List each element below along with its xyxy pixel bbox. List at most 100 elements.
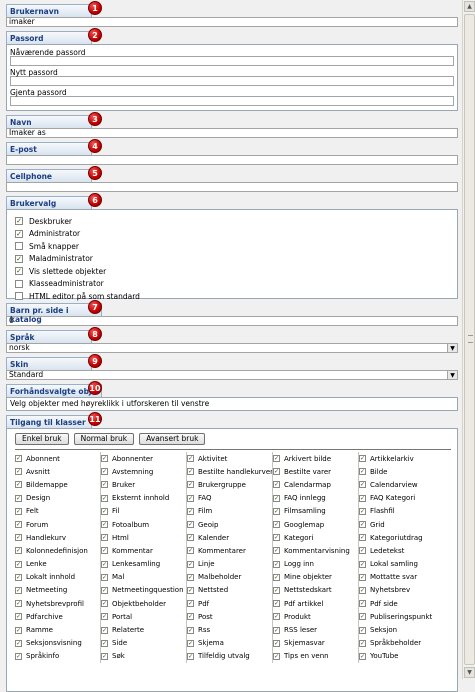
class-item[interactable]: ✓ Logg inn xyxy=(273,558,358,571)
class-checkbox[interactable]: ✓ xyxy=(101,507,108,515)
class-item[interactable]: ✓ Avstemning xyxy=(101,465,186,478)
class-checkbox[interactable]: ✓ xyxy=(187,481,194,489)
user-option-item[interactable]: Klasseadministrator xyxy=(15,278,449,291)
class-item[interactable]: ✓ Felt xyxy=(15,505,100,518)
class-checkbox[interactable]: ✓ xyxy=(187,652,194,660)
class-checkbox[interactable]: ✓ xyxy=(187,547,194,555)
class-checkbox[interactable]: ✓ xyxy=(15,639,22,647)
dropdown-arrow-icon[interactable]: ▼ xyxy=(447,371,457,379)
class-item[interactable]: ✓ Calendarmap xyxy=(273,478,358,491)
class-item[interactable]: ✓ Ledetekst xyxy=(359,544,445,557)
class-checkbox[interactable]: ✓ xyxy=(15,521,22,529)
class-checkbox[interactable]: ✓ xyxy=(15,652,22,660)
class-item[interactable]: ✓ Bruker xyxy=(101,478,186,491)
class-checkbox[interactable]: ✓ xyxy=(359,534,366,542)
class-checkbox[interactable]: ✓ xyxy=(15,534,22,542)
class-checkbox[interactable]: ✓ xyxy=(359,547,366,555)
class-item[interactable]: ✓ Skjemasvar xyxy=(273,637,358,650)
class-checkbox[interactable]: ✓ xyxy=(273,547,280,555)
class-checkbox[interactable]: ✓ xyxy=(359,573,366,581)
class-checkbox[interactable]: ✓ xyxy=(359,468,366,476)
class-item[interactable]: ✓ Eksternt innhold xyxy=(101,492,186,505)
class-item[interactable]: ✓ Portal xyxy=(101,610,186,623)
class-checkbox[interactable]: ✓ xyxy=(359,586,366,594)
class-checkbox[interactable]: ✓ xyxy=(101,547,108,555)
class-checkbox[interactable]: ✓ xyxy=(187,494,194,502)
class-item[interactable]: ✓ Nyhetsbrev xyxy=(359,584,445,597)
class-checkbox[interactable]: ✓ xyxy=(273,468,280,476)
class-checkbox[interactable]: ✓ xyxy=(273,586,280,594)
repeat-password-input[interactable] xyxy=(10,96,454,106)
class-item[interactable]: ✓ Calendarview xyxy=(359,478,445,491)
class-item[interactable]: ✓ Film xyxy=(187,505,272,518)
email-input[interactable] xyxy=(6,155,458,165)
class-checkbox[interactable]: ✓ xyxy=(101,586,108,594)
class-item[interactable]: ✓ Nettstedskart xyxy=(273,584,358,597)
class-item[interactable]: ✓ FAQ xyxy=(187,492,272,505)
scroll-up-icon[interactable]: ▲ xyxy=(464,1,475,12)
class-checkbox[interactable]: ✓ xyxy=(273,639,280,647)
class-item[interactable]: ✓ Publiseringspunkt xyxy=(359,610,445,623)
simple-usage-button[interactable]: Enkel bruk xyxy=(15,433,69,445)
class-item[interactable]: ✓ Fotoalbum xyxy=(101,518,186,531)
user-option-checkbox[interactable] xyxy=(15,292,23,301)
class-checkbox[interactable]: ✓ xyxy=(359,626,366,634)
class-item[interactable]: ✓ Handlekurv xyxy=(15,531,100,544)
user-option-checkbox[interactable]: ✓ xyxy=(15,217,23,226)
class-checkbox[interactable]: ✓ xyxy=(359,613,366,621)
class-checkbox[interactable]: ✓ xyxy=(101,600,108,608)
class-checkbox[interactable]: ✓ xyxy=(101,494,108,502)
class-item[interactable]: ✓ Språkbeholder xyxy=(359,637,445,650)
class-item[interactable]: ✓ Malbeholder xyxy=(187,571,272,584)
current-password-input[interactable] xyxy=(10,56,454,66)
class-checkbox[interactable]: ✓ xyxy=(187,573,194,581)
class-checkbox[interactable]: ✓ xyxy=(101,521,108,529)
class-item[interactable]: ✓ Brukergruppe xyxy=(187,478,272,491)
class-checkbox[interactable]: ✓ xyxy=(273,507,280,515)
class-checkbox[interactable]: ✓ xyxy=(273,534,280,542)
class-item[interactable]: ✓ Bestilte varer xyxy=(273,465,358,478)
class-item[interactable]: ✓ Kommentar xyxy=(101,544,186,557)
class-item[interactable]: ✓ Skjema xyxy=(187,637,272,650)
class-checkbox[interactable]: ✓ xyxy=(273,494,280,502)
class-item[interactable]: ✓ Mal xyxy=(101,571,186,584)
skin-select[interactable]: Standard ▼ xyxy=(6,370,458,380)
class-item[interactable]: ✓ Netmeetingquestion xyxy=(101,584,186,597)
class-item[interactable]: ✓ Post xyxy=(187,610,272,623)
class-item[interactable]: ✓ Html xyxy=(101,531,186,544)
class-item[interactable]: ✓ FAQ innlegg xyxy=(273,492,358,505)
class-checkbox[interactable]: ✓ xyxy=(273,521,280,529)
class-checkbox[interactable]: ✓ xyxy=(359,481,366,489)
class-checkbox[interactable]: ✓ xyxy=(15,613,22,621)
new-password-input[interactable] xyxy=(10,76,454,86)
class-item[interactable]: ✓ Mine objekter xyxy=(273,571,358,584)
class-checkbox[interactable]: ✓ xyxy=(187,521,194,529)
class-item[interactable]: ✓ Side xyxy=(101,637,186,650)
class-item[interactable]: ✓ Linje xyxy=(187,558,272,571)
class-checkbox[interactable]: ✓ xyxy=(187,613,194,621)
class-item[interactable]: ✓ Tilfeldig utvalg xyxy=(187,650,272,663)
class-checkbox[interactable]: ✓ xyxy=(101,481,108,489)
class-item[interactable]: ✓ Pdf side xyxy=(359,597,445,610)
vertical-scrollbar[interactable]: ▲ ▼ xyxy=(462,0,475,679)
class-item[interactable]: ✓ Bestilte handlekurver xyxy=(187,465,272,478)
class-checkbox[interactable]: ✓ xyxy=(359,521,366,529)
name-input[interactable]: Imaker as xyxy=(6,128,458,138)
class-item[interactable]: ✓ Lokal samling xyxy=(359,558,445,571)
language-select[interactable]: norsk ▼ xyxy=(6,343,458,353)
class-checkbox[interactable]: ✓ xyxy=(187,455,194,463)
user-option-checkbox[interactable]: ✓ xyxy=(15,254,23,263)
class-item[interactable]: ✓ Filmsamling xyxy=(273,505,358,518)
class-checkbox[interactable]: ✓ xyxy=(359,639,366,647)
class-checkbox[interactable]: ✓ xyxy=(15,573,22,581)
class-item[interactable]: ✓ Objektbeholder xyxy=(101,597,186,610)
class-item[interactable]: ✓ Kategori xyxy=(273,531,358,544)
class-checkbox[interactable]: ✓ xyxy=(101,639,108,647)
class-checkbox[interactable]: ✓ xyxy=(101,613,108,621)
class-item[interactable]: ✓ Forum xyxy=(15,518,100,531)
user-option-checkbox[interactable] xyxy=(15,279,23,288)
class-checkbox[interactable]: ✓ xyxy=(15,560,22,568)
class-item[interactable]: ✓ Produkt xyxy=(273,610,358,623)
class-item[interactable]: ✓ Geoip xyxy=(187,518,272,531)
username-input[interactable]: imaker xyxy=(6,17,458,27)
